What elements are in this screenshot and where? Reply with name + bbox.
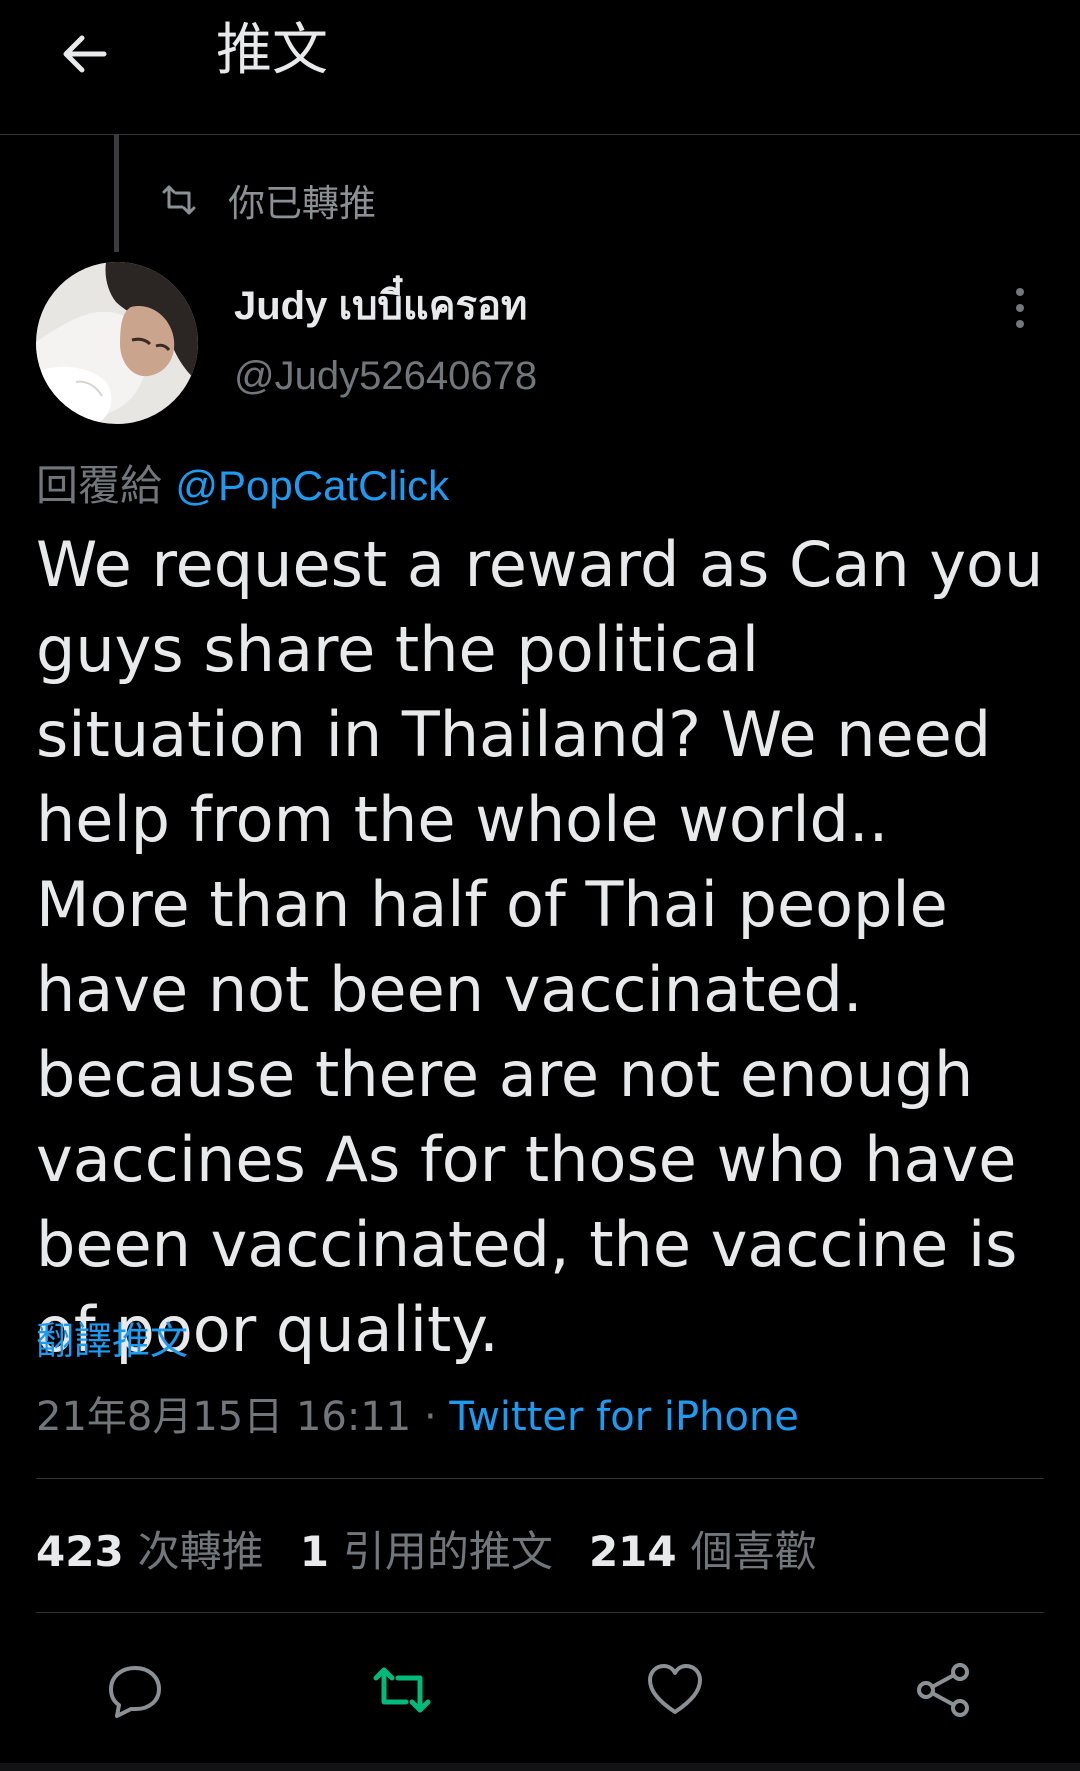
retweet-count-label: 次轉推	[137, 1526, 264, 1576]
share-icon[interactable]	[914, 1660, 974, 1720]
arrow-left-icon[interactable]	[58, 28, 110, 80]
top-bar: 推文	[0, 0, 1080, 135]
author-display-name[interactable]: Judy เบบี๋แครอท	[234, 282, 527, 330]
retweet-icon[interactable]	[372, 1660, 432, 1720]
like-count: 214	[588, 1526, 677, 1576]
profile-photo	[36, 262, 198, 424]
quote-count-label: 引用的推文	[342, 1526, 553, 1576]
retweet-indicator: 你已轉推	[160, 178, 376, 225]
tweet-stats: 423 次轉推 1 引用的推文 214 個喜歡	[36, 1520, 853, 1576]
reply-context: 回覆給 @PopCatClick	[36, 460, 449, 512]
quote-count-stat[interactable]: 1 引用的推文	[300, 1518, 553, 1579]
meta-separator: ·	[423, 1394, 437, 1440]
more-options-icon[interactable]	[1000, 284, 1040, 332]
heart-icon[interactable]	[645, 1660, 705, 1720]
retweet-count-stat[interactable]: 423 次轉推	[36, 1518, 264, 1579]
like-count-label: 個喜歡	[690, 1526, 817, 1576]
tweet-text: We request a reward as Can you guys shar…	[36, 528, 1044, 1366]
reply-mention-link[interactable]: @PopCatClick	[175, 462, 449, 509]
divider	[36, 1612, 1044, 1613]
reply-prefix: 回覆給	[36, 461, 163, 510]
tweet-source-link[interactable]: Twitter for iPhone	[449, 1394, 799, 1440]
retweet-count: 423	[36, 1526, 124, 1576]
author-handle: @Judy52640678	[234, 354, 538, 398]
thread-connector-line	[114, 134, 119, 252]
tweet-timestamp: 21年8月15日 16:11	[36, 1394, 412, 1440]
reply-icon[interactable]	[105, 1660, 165, 1720]
retweet-indicator-label: 你已轉推	[228, 182, 376, 225]
avatar[interactable]	[36, 262, 198, 424]
divider	[36, 1478, 1044, 1479]
quote-count: 1	[299, 1526, 329, 1576]
retweet-icon	[162, 185, 196, 215]
tweet-meta: 21年8月15日 16:11 · Twitter for iPhone	[36, 1392, 799, 1442]
bottom-edge	[0, 1763, 1080, 1771]
translate-tweet-link[interactable]: 翻譯推文	[36, 1318, 188, 1364]
page-title: 推文	[216, 18, 328, 83]
like-count-stat[interactable]: 214 個喜歡	[589, 1518, 817, 1579]
